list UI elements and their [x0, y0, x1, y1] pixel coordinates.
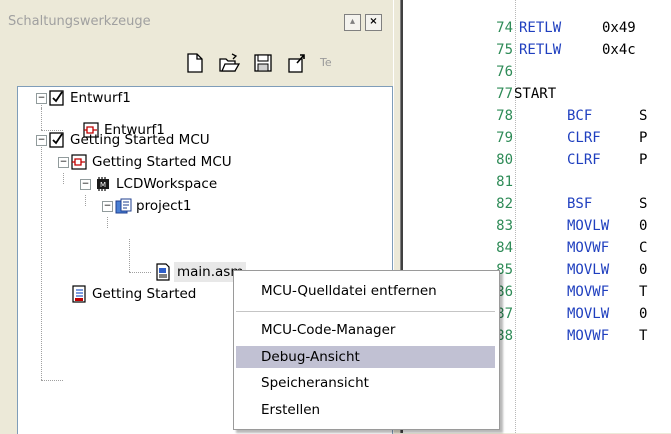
tree-node-label: Getting Started: [92, 286, 197, 302]
line-number: 82: [496, 196, 513, 212]
code-arg: P: [639, 130, 648, 146]
collapse-toggle[interactable]: −: [36, 93, 47, 104]
save-button[interactable]: [252, 52, 274, 74]
save-icon: [254, 54, 272, 72]
tree-node-entwurf1[interactable]: − Entwurf1: [18, 87, 392, 109]
tree-node-label: project1: [136, 198, 192, 214]
code-op: MOVWF: [567, 240, 610, 256]
code-arg: 0: [639, 306, 648, 322]
asm-file-icon: [156, 263, 170, 281]
code-op: RETLW: [519, 20, 562, 36]
open-button[interactable]: [218, 52, 241, 74]
code-arg: T: [639, 328, 648, 344]
export-icon: [288, 54, 305, 73]
code-arg: C: [639, 240, 648, 256]
new-file-button[interactable]: [184, 52, 206, 74]
line-number: 77: [496, 86, 513, 102]
line-number: 80: [496, 152, 513, 168]
collapse-toggle[interactable]: −: [58, 157, 69, 168]
line-number: 75: [496, 42, 513, 58]
new-file-icon: [187, 53, 203, 73]
line-number: 78: [496, 108, 513, 124]
code-arg: 0: [639, 262, 648, 278]
code-arg: P: [639, 152, 648, 168]
tree-node-project1[interactable]: − project1: [18, 195, 392, 217]
code-op: MOVLW: [567, 218, 610, 234]
report-icon: [72, 285, 86, 303]
collapse-toggle[interactable]: −: [36, 135, 47, 146]
code-arg: 0: [639, 218, 648, 234]
code-op: RETLW: [519, 42, 562, 58]
code-arg: 0x49: [602, 20, 636, 36]
code-arg: 0x4c: [602, 42, 636, 58]
code-arg: S: [639, 196, 648, 212]
checked-design-icon: [49, 90, 64, 106]
code-label: START: [514, 86, 557, 102]
collapse-toggle[interactable]: −: [102, 201, 113, 212]
code-op: MOVLW: [567, 306, 610, 322]
panel-title: Schaltungswerkzeuge: [8, 14, 151, 29]
line-number: 74: [496, 20, 513, 36]
menu-separator: [236, 311, 495, 312]
menu-item-memory-view[interactable]: Speicheransicht: [236, 372, 495, 394]
line-number: 84: [496, 240, 513, 256]
line-number: 83: [496, 218, 513, 234]
checked-design-icon: [49, 132, 64, 148]
tree-node-label: LCDWorkspace: [116, 176, 218, 192]
export-button[interactable]: [286, 52, 308, 74]
mcu-chip-icon: M: [97, 177, 109, 191]
code-arg: T: [639, 284, 648, 300]
pin-button[interactable]: ▴: [344, 14, 361, 31]
line-number: 79: [496, 130, 513, 146]
gutter-divider: [515, 0, 516, 433]
te-icon: Te: [320, 56, 332, 69]
code-op: MOVWF: [567, 328, 610, 344]
collapse-toggle[interactable]: −: [80, 179, 91, 190]
tree-node-label: Getting Started MCU: [92, 154, 232, 170]
panel-toolbar: Te: [176, 52, 381, 78]
tree-node-getting-started-schematic[interactable]: − Getting Started MCU: [18, 151, 392, 173]
schematic-icon: [71, 154, 87, 170]
code-op: CLRF: [567, 152, 601, 168]
context-menu: MCU-Quelldatei entfernen MCU-Code-Manage…: [233, 270, 500, 430]
code-op: MOVWF: [567, 284, 610, 300]
code-op: BSF: [567, 196, 593, 212]
menu-item-build[interactable]: Erstellen: [236, 399, 495, 421]
code-op: BCF: [567, 108, 593, 124]
te-button[interactable]: Te: [320, 52, 342, 74]
code-arg: S: [639, 108, 648, 124]
menu-item-remove-source[interactable]: MCU-Quelldatei entfernen: [236, 280, 495, 302]
menu-item-code-manager[interactable]: MCU-Code-Manager: [236, 319, 495, 341]
line-number: 76: [496, 64, 513, 80]
tree-node-label: Getting Started MCU: [70, 132, 210, 148]
tree-node-label: Entwurf1: [70, 90, 131, 106]
code-op: MOVLW: [567, 262, 610, 278]
code-op: CLRF: [567, 130, 601, 146]
open-folder-icon: [219, 53, 241, 72]
tree-node-lcdworkspace[interactable]: − M LCDWorkspace: [18, 173, 392, 195]
close-button[interactable]: ×: [365, 14, 382, 31]
line-number: 81: [496, 174, 513, 190]
project-icon: [115, 198, 132, 214]
menu-item-debug-view[interactable]: Debug-Ansicht: [236, 346, 495, 368]
tree-node-getting-started[interactable]: − Getting Started MCU: [18, 129, 392, 151]
svg-text:M: M: [100, 181, 106, 189]
